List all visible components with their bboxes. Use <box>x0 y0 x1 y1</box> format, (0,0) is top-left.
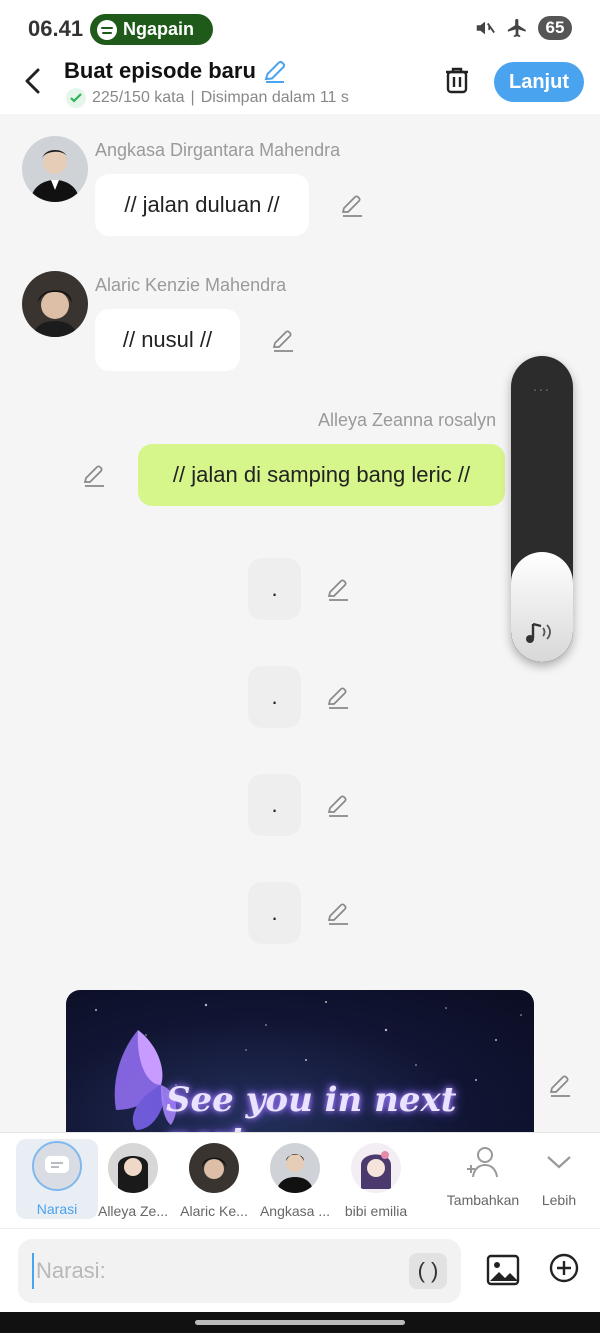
character-narasi[interactable]: Narasi <box>16 1139 98 1219</box>
avatar[interactable] <box>22 271 88 337</box>
image-icon[interactable] <box>486 1253 520 1287</box>
speaker-name: Angkasa Dirgantara Mahendra <box>95 140 341 160</box>
status-icons: 65 <box>474 16 572 40</box>
character-alaric[interactable]: Alaric Ke... <box>173 1141 255 1219</box>
parentheses-button[interactable]: ( ) <box>409 1253 447 1289</box>
character-label: Narasi <box>36 1201 78 1217</box>
chevron-down-icon <box>547 1156 571 1169</box>
spotify-icon <box>97 19 117 40</box>
media-label: Ngapain <box>123 19 195 39</box>
word-count: 225/150 kata <box>92 89 185 106</box>
composer-field-wrap: ( ) <box>18 1239 461 1303</box>
character-bibi-emilia[interactable]: bibi emilia <box>335 1141 417 1219</box>
narration-icon <box>32 1141 82 1191</box>
image-message[interactable]: See you in next part <box>66 990 534 1132</box>
volume-handle-dots: ... <box>533 378 551 394</box>
trash-icon[interactable] <box>442 64 472 96</box>
edit-message-icon[interactable] <box>326 794 350 818</box>
more-button[interactable]: Lebih <box>532 1145 586 1208</box>
character-label: Alaric Ke... <box>180 1203 248 1219</box>
more-label: Lebih <box>541 1192 577 1208</box>
clock: 06.41 <box>28 16 84 41</box>
narration-bubble[interactable]: . <box>248 558 301 620</box>
avatar[interactable] <box>22 136 88 202</box>
edit-message-icon[interactable] <box>548 1074 572 1098</box>
character-alleya[interactable]: Alleya Ze... <box>92 1141 174 1219</box>
character-label: Angkasa ... <box>259 1203 331 1219</box>
narration-bubble[interactable]: . <box>248 774 301 836</box>
image-caption: See you in next part <box>166 1080 457 1132</box>
avatar <box>108 1143 158 1193</box>
composer: ( ) <box>0 1228 600 1312</box>
chat-area[interactable]: Angkasa Dirgantara Mahendra // jalan dul… <box>0 114 600 1132</box>
edit-message-icon[interactable] <box>326 686 350 710</box>
add-label: Tambahkan <box>446 1192 520 1208</box>
system-nav-bar <box>0 1312 600 1333</box>
message-bubble[interactable]: // nusul // <box>95 309 240 371</box>
separator: | <box>190 89 195 106</box>
status-bar: 06.41 Ngapain 65 <box>0 0 600 58</box>
character-label: bibi emilia <box>344 1203 408 1219</box>
narration-bubble[interactable]: . <box>248 882 301 944</box>
speaker-name: Alaric Kenzie Mahendra <box>95 275 287 295</box>
add-circle-icon[interactable] <box>549 1253 579 1283</box>
character-label: Alleya Ze... <box>97 1203 169 1219</box>
narration-input[interactable] <box>32 1253 412 1289</box>
avatar <box>270 1143 320 1193</box>
volume-level[interactable] <box>511 552 573 662</box>
edit-title-icon[interactable] <box>262 58 288 84</box>
edit-message-icon[interactable] <box>340 194 364 218</box>
edit-message-icon[interactable] <box>326 902 350 926</box>
character-bar: Narasi Alleya Ze... Alaric Ke... Angkasa… <box>0 1132 600 1228</box>
check-icon <box>66 88 86 108</box>
volume-slider[interactable]: ... <box>511 356 573 662</box>
airplane-icon <box>507 18 526 38</box>
app-header: Buat episode baru 225/150 kata | Disimpa… <box>0 58 600 114</box>
character-angkasa[interactable]: Angkasa ... <box>254 1141 336 1219</box>
media-pill[interactable]: Ngapain <box>90 14 213 45</box>
narration-bubble[interactable]: . <box>248 666 301 728</box>
mute-icon <box>476 21 495 35</box>
speaker-name: Alleya Zeanna rosalyn <box>318 410 497 430</box>
home-indicator[interactable] <box>195 1320 405 1325</box>
save-status: 225/150 kata | Disimpan dalam 11 s <box>66 88 349 108</box>
add-character-button[interactable]: Tambahkan <box>444 1145 522 1208</box>
edit-message-icon[interactable] <box>326 578 350 602</box>
add-person-icon <box>467 1147 498 1178</box>
page-title: Buat episode baru <box>64 58 256 83</box>
edit-message-icon[interactable] <box>82 464 106 488</box>
next-button[interactable]: Lanjut <box>494 62 584 102</box>
back-icon[interactable] <box>18 66 48 96</box>
music-note-icon <box>526 622 551 643</box>
battery-indicator: 65 <box>538 16 572 40</box>
message-bubble[interactable]: // jalan duluan // <box>95 174 309 236</box>
saved-status-text: Disimpan dalam 11 s <box>200 89 349 106</box>
message-bubble-self[interactable]: // jalan di samping bang leric // <box>138 444 505 506</box>
avatar <box>351 1143 401 1193</box>
page-title-row: Buat episode baru <box>64 58 288 84</box>
avatar <box>189 1143 239 1193</box>
edit-message-icon[interactable] <box>271 329 295 353</box>
